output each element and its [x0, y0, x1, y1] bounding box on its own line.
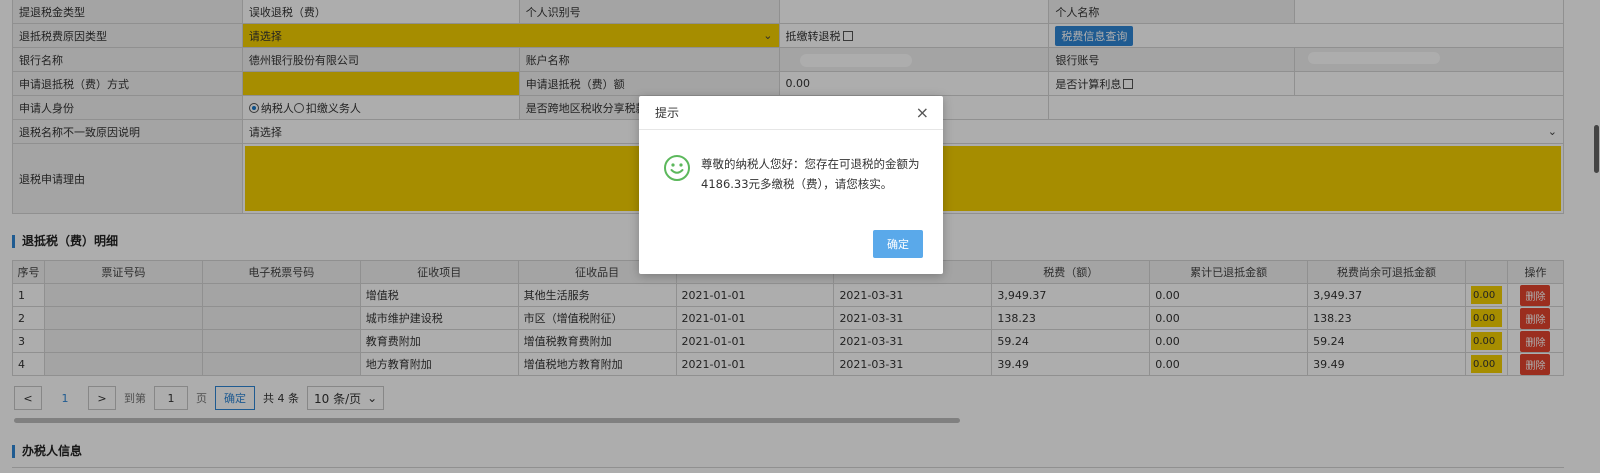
close-icon[interactable]: × [916, 103, 929, 122]
vertical-scrollbar[interactable] [1594, 125, 1599, 173]
dialog-ok-button[interactable]: 确定 [873, 230, 923, 258]
smile-icon [664, 155, 690, 181]
dialog-header: 提示 × [639, 96, 943, 130]
prompt-dialog: 提示 × 尊敬的纳税人您好：您存在可退税的金额为4186.33元多缴税（费），请… [639, 96, 943, 274]
dialog-body: 尊敬的纳税人您好：您存在可退税的金额为4186.33元多缴税（费），请您核实。 [639, 130, 943, 194]
dialog-message: 尊敬的纳税人您好：您存在可退税的金额为4186.33元多缴税（费），请您核实。 [701, 157, 920, 191]
dialog-title: 提示 [655, 106, 680, 120]
